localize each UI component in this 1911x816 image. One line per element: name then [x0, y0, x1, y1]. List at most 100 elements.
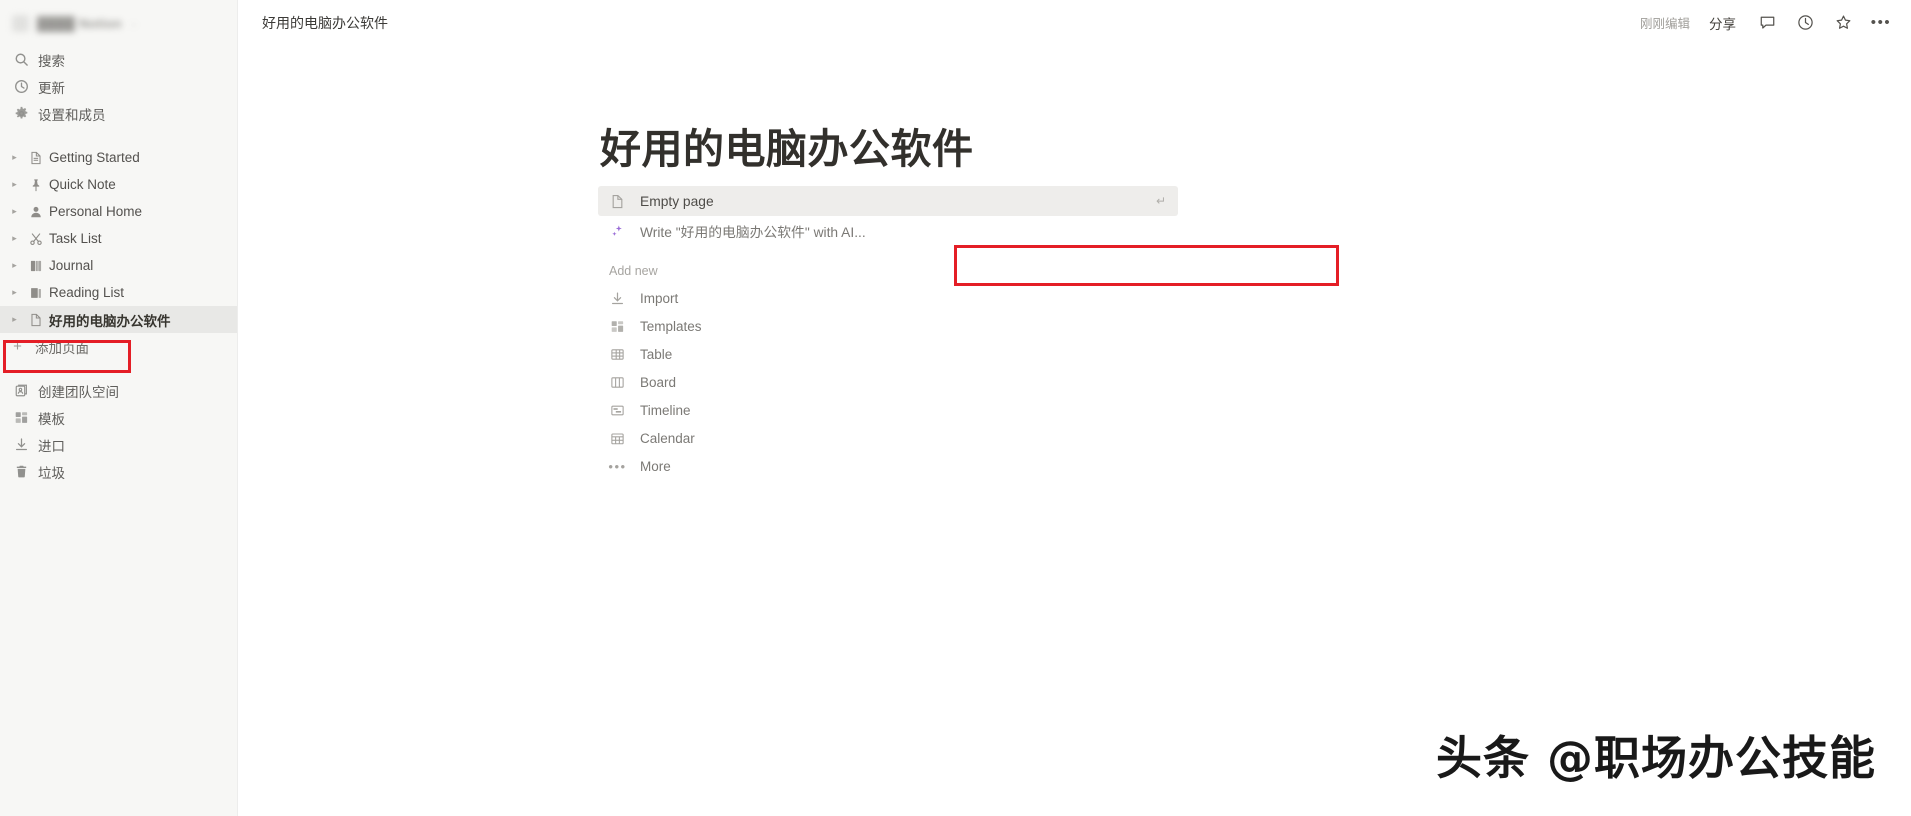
add-new-calendar[interactable]: Calendar: [598, 424, 1178, 452]
sidebar-bottom-space: [0, 360, 237, 377]
sidebar-page-journal[interactable]: ▸ Journal: [0, 252, 237, 279]
sidebar-item-label: 模板: [38, 411, 65, 427]
sidebar-page-label: Personal Home: [49, 204, 143, 219]
add-new-label: Board: [640, 374, 677, 390]
add-new-more[interactable]: ••• More: [598, 452, 1178, 480]
chevron-right-icon[interactable]: ▸: [7, 258, 22, 273]
sidebar-item-updates[interactable]: 更新: [0, 73, 237, 100]
chevron-right-icon[interactable]: ▸: [7, 204, 22, 219]
sidebar-item-label: 垃圾: [38, 465, 65, 481]
document-icon: [27, 311, 44, 328]
add-page-label: 添加页面: [35, 340, 89, 356]
add-new-label: More: [640, 458, 671, 474]
clock-history-icon[interactable]: [1793, 11, 1817, 35]
sidebar-item-settings-members[interactable]: 设置和成员: [0, 100, 237, 127]
sidebar-divider-space: [0, 127, 237, 144]
chevron-right-icon[interactable]: ▸: [7, 177, 22, 192]
workspace-avatar: [12, 14, 29, 32]
plus-icon: +: [13, 338, 22, 355]
suggestion-label: Empty page: [640, 193, 714, 209]
chevron-right-icon[interactable]: ▸: [7, 150, 22, 165]
sidebar-item-label: 搜索: [38, 53, 65, 69]
sidebar-item-trash[interactable]: 垃圾: [0, 458, 237, 485]
gear-icon: [13, 106, 29, 122]
workspace-name: ████ Notion: [37, 15, 122, 31]
sidebar-item-label: 更新: [38, 80, 65, 96]
sidebar-page-label: 好用的电脑办公软件: [49, 313, 171, 329]
add-new-label: Calendar: [640, 430, 695, 446]
chevron-right-icon[interactable]: ▸: [7, 285, 22, 300]
timeline-icon: [609, 402, 626, 419]
page-content-column: 好用的电脑办公软件 Empty page ↵ Write "好用的电脑办公软件"…: [598, 125, 1318, 480]
person-icon: [27, 203, 44, 220]
sidebar-page-label: Quick Note: [49, 177, 116, 192]
trash-icon: [13, 464, 29, 480]
sidebar: ████ Notion ⌄ 搜索 更新 设置和成员 ▸ Getting Star…: [0, 0, 238, 816]
suggestion-write-with-ai[interactable]: Write "好用的电脑办公软件" with AI...: [598, 216, 1178, 246]
chevron-down-icon: ⌄: [129, 17, 138, 28]
sidebar-item-label: 创建团队空间: [38, 384, 119, 400]
workspace-switcher[interactable]: ████ Notion ⌄: [0, 6, 237, 40]
sidebar-page-personal-home[interactable]: ▸ Personal Home: [0, 198, 237, 225]
chevron-right-icon[interactable]: ▸: [7, 312, 22, 327]
sidebar-page-selected-current[interactable]: ▸ 好用的电脑办公软件: [0, 306, 237, 333]
more-dots-icon: •••: [608, 458, 627, 474]
sidebar-page-label: Task List: [49, 231, 102, 246]
page-title[interactable]: 好用的电脑办公软件: [598, 125, 1318, 173]
breadcrumb[interactable]: 好用的电脑办公软件: [256, 10, 394, 36]
main-content-area: 好用的电脑办公软件 刚刚编辑 分享 ••• 好用的电脑办公软件 Empty pa…: [238, 0, 1911, 816]
more-options-icon[interactable]: •••: [1869, 11, 1893, 35]
sidebar-item-import[interactable]: 进口: [0, 431, 237, 458]
add-new-board[interactable]: Board: [598, 368, 1178, 396]
add-new-timeline[interactable]: Timeline: [598, 396, 1178, 424]
sidebar-item-templates[interactable]: 模板: [0, 404, 237, 431]
add-new-list: Import Templates Table Board Timeline Ca…: [598, 284, 1178, 480]
sparkle-ai-icon: [609, 223, 626, 240]
add-new-import[interactable]: Import: [598, 284, 1178, 312]
document-icon: [609, 193, 626, 210]
notion-app-window: ████ Notion ⌄ 搜索 更新 设置和成员 ▸ Getting Star…: [0, 0, 1911, 816]
sidebar-page-quick-note[interactable]: ▸ Quick Note: [0, 171, 237, 198]
edited-status: 刚刚编辑: [1639, 17, 1690, 31]
sidebar-page-task-list[interactable]: ▸ Task List: [0, 225, 237, 252]
sidebar-item-search[interactable]: 搜索: [0, 46, 237, 73]
add-new-label: Import: [640, 290, 679, 306]
add-new-heading: Add new: [609, 264, 658, 279]
teamspace-icon: [13, 383, 29, 399]
top-bar-actions: 刚刚编辑 分享 •••: [1640, 10, 1893, 36]
templates-icon: [609, 318, 626, 335]
clock-icon: [13, 79, 29, 95]
comment-icon[interactable]: [1755, 11, 1779, 35]
pin-icon: [27, 176, 44, 193]
add-new-label: Templates: [640, 318, 702, 334]
sidebar-item-create-teamspace[interactable]: 创建团队空间: [0, 377, 237, 404]
share-button[interactable]: 分享: [1704, 10, 1741, 36]
add-page-button[interactable]: + 添加页面: [0, 333, 237, 360]
watermark: 头条 @职场办公技能: [1435, 731, 1876, 785]
sidebar-page-reading-list[interactable]: ▸ Reading List: [0, 279, 237, 306]
table-icon: [609, 346, 626, 363]
new-page-suggestions: Empty page ↵ Write "好用的电脑办公软件" with AI..…: [598, 186, 1178, 246]
board-icon: [609, 374, 626, 391]
suggestion-empty-page[interactable]: Empty page ↵: [598, 186, 1178, 217]
sidebar-page-getting-started[interactable]: ▸ Getting Started: [0, 144, 237, 171]
sidebar-item-label: 进口: [38, 438, 65, 454]
add-new-templates[interactable]: Templates: [598, 312, 1178, 340]
sidebar-page-label: Journal: [49, 258, 94, 273]
templates-icon: [13, 410, 29, 426]
search-icon: [13, 52, 29, 68]
chevron-right-icon[interactable]: ▸: [7, 231, 22, 246]
sidebar-nav-group: 搜索 更新 设置和成员: [0, 46, 237, 127]
star-icon[interactable]: [1831, 11, 1855, 35]
top-bar: 好用的电脑办公软件 刚刚编辑 分享 •••: [238, 0, 1911, 45]
add-new-table[interactable]: Table: [598, 340, 1178, 368]
books-icon: [27, 284, 44, 301]
scissors-icon: [27, 230, 44, 247]
document-icon: [27, 149, 44, 166]
book-icon: [27, 257, 44, 274]
add-new-label: Timeline: [640, 402, 691, 418]
enter-key-icon: ↵: [1155, 194, 1166, 209]
import-icon: [13, 437, 29, 453]
sidebar-item-label: 设置和成员: [38, 107, 106, 123]
import-icon: [609, 290, 626, 307]
